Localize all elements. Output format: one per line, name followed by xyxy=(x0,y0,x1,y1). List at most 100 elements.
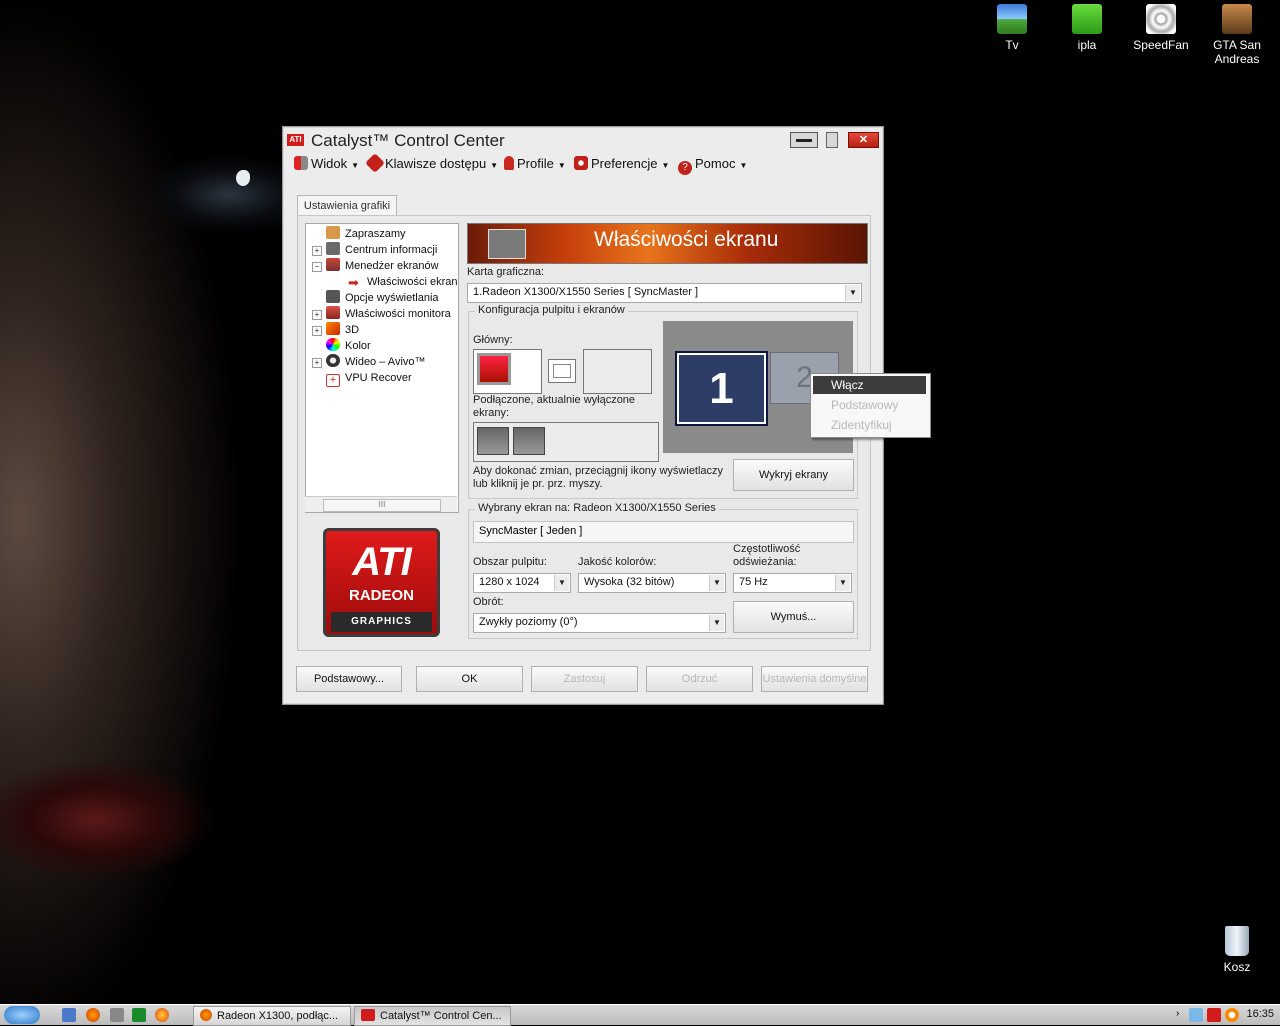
tree-item-monitor-properties[interactable]: + Właściwości monitora xyxy=(312,306,451,322)
context-identify[interactable]: Zidentyfikuj xyxy=(813,416,926,434)
color-quality-select[interactable]: Wysoka (32 bitów) ▼ xyxy=(578,573,726,593)
taskbar: Radeon X1300, podłąc... Catalyst™ Contro… xyxy=(0,1004,1280,1026)
tree-item-display-properties[interactable]: ➡ Właściwości ekranu xyxy=(348,274,459,290)
firefox-icon xyxy=(200,1009,212,1021)
desktop-icon-tv[interactable]: Tv xyxy=(977,4,1047,52)
tool-icon[interactable] xyxy=(110,1008,124,1022)
graphics-card-select[interactable]: 1.Radeon X1300/X1550 Series [ SyncMaster… xyxy=(467,283,862,303)
task-label: Radeon X1300, podłąc... xyxy=(217,1010,339,1022)
apply-button[interactable]: Zastosuj xyxy=(531,666,638,692)
discard-button[interactable]: Odrzuć xyxy=(646,666,753,692)
title-bar[interactable]: ATI Catalyst™ Control Center ✕ xyxy=(283,127,883,153)
primary-display-slot[interactable] xyxy=(473,349,542,394)
tree-item-label: Kolor xyxy=(345,340,371,352)
help-icon: ? xyxy=(678,161,692,175)
menu-hotkeys[interactable]: Klawisze dostępu ▼ xyxy=(365,153,499,174)
tree-item-label: 3D xyxy=(345,324,360,336)
basic-button[interactable]: Podstawowy... xyxy=(296,666,402,692)
tree-item-video-avivo[interactable]: + Wideo – Avivo™ xyxy=(312,354,426,370)
monitor-1[interactable]: 1 xyxy=(675,351,768,426)
logo-radeon: RADEON xyxy=(348,587,414,604)
tree-item-label: VPU Recover xyxy=(345,372,412,384)
defaults-button[interactable]: Ustawienia domyślne xyxy=(761,666,868,692)
desktop-icon-gta[interactable]: GTA San Andreas xyxy=(1202,4,1272,66)
display-properties-icon xyxy=(488,229,526,259)
resolution-select[interactable]: 1280 x 1024 ▼ xyxy=(473,573,571,593)
desktop-icon-label: ipla xyxy=(1077,38,1097,52)
monitor-icon xyxy=(477,353,511,385)
arrow-right-icon: ➡ xyxy=(348,275,359,290)
chevron-down-icon: ▼ xyxy=(835,575,850,591)
tree-item-label: Menedżer ekranów xyxy=(345,260,439,272)
desktop-icon-ipla[interactable]: ipla xyxy=(1052,4,1122,52)
network-icon[interactable] xyxy=(1189,1008,1203,1022)
expand-icon[interactable]: + xyxy=(312,358,322,368)
menu-help[interactable]: ? Pomoc ▼ xyxy=(678,154,747,175)
restore-button[interactable] xyxy=(826,132,838,148)
scrollbar-thumb[interactable]: III xyxy=(323,499,441,512)
ok-button[interactable]: OK xyxy=(416,666,523,692)
monitor-icon[interactable] xyxy=(477,427,509,455)
close-button[interactable]: ✕ xyxy=(848,132,879,148)
select-value: 1280 x 1024 xyxy=(479,576,540,588)
app-icon[interactable] xyxy=(155,1008,169,1022)
chevron-down-icon: ▼ xyxy=(490,161,499,170)
context-primary[interactable]: Podstawowy xyxy=(813,396,926,414)
tree-item-info-center[interactable]: + Centrum informacji xyxy=(312,242,437,258)
ati-tray-icon[interactable] xyxy=(1207,1008,1221,1022)
tree-item-display-manager[interactable]: − Menedżer ekranów xyxy=(312,258,439,274)
expand-icon[interactable]: + xyxy=(312,246,322,256)
firefox-icon[interactable] xyxy=(86,1008,100,1022)
tree-item-3d[interactable]: + 3D xyxy=(312,322,360,338)
chevron-down-icon: ▼ xyxy=(351,161,360,170)
clone-slot[interactable] xyxy=(548,359,576,383)
view-icon xyxy=(294,156,308,170)
extended-display-slot[interactable] xyxy=(583,349,652,394)
tray-expand-icon[interactable]: › xyxy=(1176,1008,1179,1019)
info-icon xyxy=(326,242,340,255)
rotation-label: Obrót: xyxy=(473,596,504,608)
menu-label: Widok xyxy=(311,156,348,171)
utorrent-icon[interactable] xyxy=(132,1008,146,1022)
tree-item-welcome[interactable]: Zapraszamy xyxy=(326,226,406,242)
tree-item-color[interactable]: Kolor xyxy=(326,338,371,354)
tab-graphics-settings[interactable]: Ustawienia grafiki xyxy=(297,195,397,217)
task-catalyst[interactable]: Catalyst™ Control Cen... xyxy=(354,1006,511,1026)
start-button[interactable] xyxy=(4,1006,40,1024)
monitor-icon[interactable] xyxy=(513,427,545,455)
chevron-down-icon: ▼ xyxy=(845,285,860,301)
tree-item-vpu-recover[interactable]: + VPU Recover xyxy=(326,370,412,387)
select-value: 1.Radeon X1300/X1550 Series [ SyncMaster… xyxy=(473,286,699,298)
tree-item-display-options[interactable]: Opcje wyświetlania xyxy=(326,290,439,306)
primary-label: Główny: xyxy=(473,334,513,346)
task-radeon-browser[interactable]: Radeon X1300, podłąc... xyxy=(193,1006,351,1026)
ati-radeon-logo: ATI RADEON GRAPHICS xyxy=(323,528,440,637)
chevron-down-icon: ▼ xyxy=(661,161,670,170)
group-title: Konfiguracja pulpitu i ekranów xyxy=(475,304,628,316)
fan-icon xyxy=(1146,4,1176,34)
menu-profiles[interactable]: Profile ▼ xyxy=(504,154,566,174)
logo-graphics: GRAPHICS xyxy=(331,612,432,632)
menu-preferences[interactable]: Preferencje ▼ xyxy=(574,154,669,174)
tray-app-icon[interactable] xyxy=(1225,1008,1239,1022)
context-enable[interactable]: Włącz xyxy=(813,376,926,394)
attached-displays-slot[interactable] xyxy=(473,422,659,462)
menu-widok[interactable]: Widok ▼ xyxy=(294,154,359,174)
detect-displays-button[interactable]: Wykryj ekrany xyxy=(733,459,854,491)
tree-item-label: Właściwości ekranu xyxy=(367,276,459,288)
hotkeys-icon xyxy=(365,153,385,173)
desktop-icon-recycle-bin[interactable]: Kosz xyxy=(1202,926,1272,974)
select-value: Wysoka (32 bitów) xyxy=(584,576,675,588)
collapse-icon[interactable]: − xyxy=(312,262,322,272)
film-reel-icon xyxy=(326,354,340,367)
minimize-button[interactable] xyxy=(790,132,818,148)
expand-icon[interactable]: + xyxy=(312,310,322,320)
desktop-icon-speedfan[interactable]: SpeedFan xyxy=(1126,4,1196,52)
refresh-rate-select[interactable]: 75 Hz ▼ xyxy=(733,573,852,593)
wallpaper-eye-highlight xyxy=(236,170,250,186)
force-button[interactable]: Wymuś... xyxy=(733,601,854,633)
tree-horizontal-scrollbar[interactable]: III xyxy=(305,496,457,512)
rotation-select[interactable]: Zwykły poziomy (0°) ▼ xyxy=(473,613,726,633)
expand-icon[interactable]: + xyxy=(312,326,322,336)
show-desktop-icon[interactable] xyxy=(62,1008,76,1022)
